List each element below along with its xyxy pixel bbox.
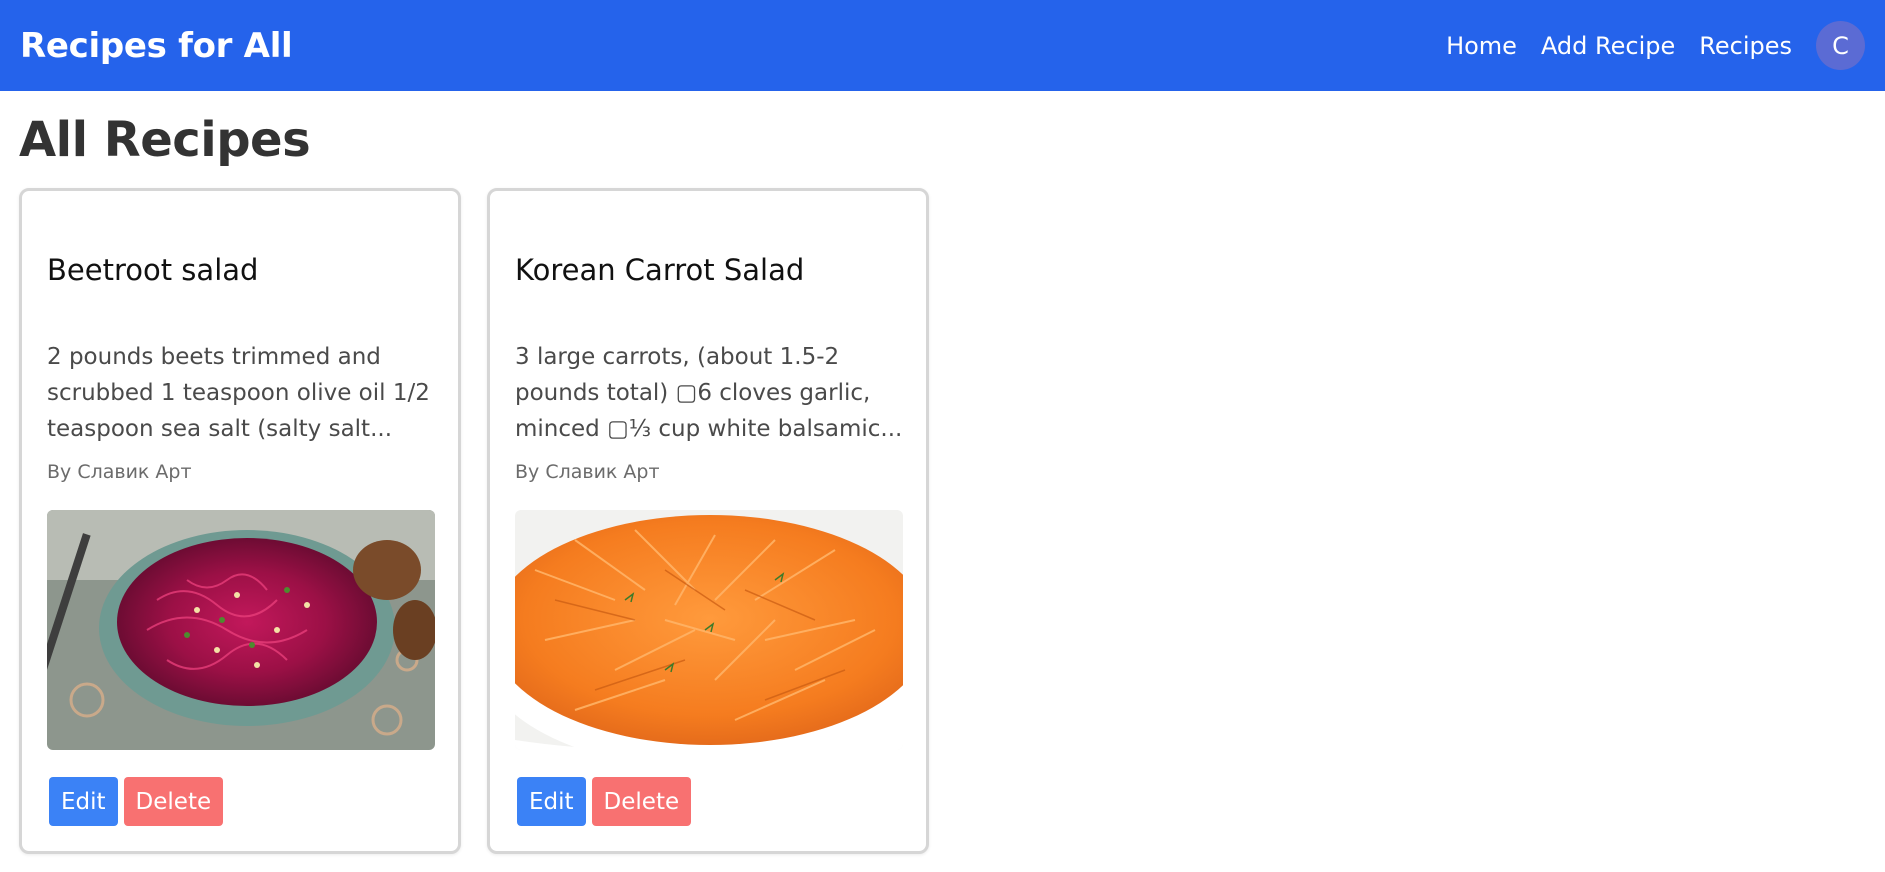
- nav-link-home[interactable]: Home: [1446, 32, 1517, 60]
- recipe-author: By Славик Арт: [515, 461, 660, 483]
- recipe-description: 2 pounds beets trimmed and scrubbed 1 te…: [47, 344, 430, 442]
- card-actions: Edit Delete: [517, 777, 697, 826]
- navbar: Recipes for All Home Add Recipe Recipes …: [0, 0, 1885, 91]
- beetroot-salad-image: [47, 510, 435, 750]
- recipe-author: By Славик Арт: [47, 461, 192, 483]
- recipe-description: 3 large carrots, (about 1.5-2 pounds tot…: [515, 344, 903, 442]
- recipe-card: Beetroot salad 2 pounds beets trimmed an…: [19, 188, 461, 854]
- carrot-salad-image: [515, 510, 903, 750]
- recipe-card: Korean Carrot Salad 3 large carrots, (ab…: [487, 188, 929, 854]
- recipe-title: Beetroot salad: [47, 253, 259, 287]
- edit-button[interactable]: Edit: [49, 777, 118, 826]
- card-actions: Edit Delete: [49, 777, 229, 826]
- delete-button[interactable]: Delete: [123, 777, 224, 826]
- user-avatar[interactable]: C: [1816, 21, 1865, 70]
- page-title: All Recipes: [19, 112, 311, 168]
- nav-link-recipes[interactable]: Recipes: [1699, 32, 1792, 60]
- nav-link-add-recipe[interactable]: Add Recipe: [1541, 32, 1675, 60]
- brand-logo[interactable]: Recipes for All: [20, 26, 293, 66]
- delete-button[interactable]: Delete: [591, 777, 692, 826]
- recipe-title: Korean Carrot Salad: [515, 253, 805, 287]
- nav-menu: Home Add Recipe Recipes C: [1446, 0, 1865, 91]
- edit-button[interactable]: Edit: [517, 777, 586, 826]
